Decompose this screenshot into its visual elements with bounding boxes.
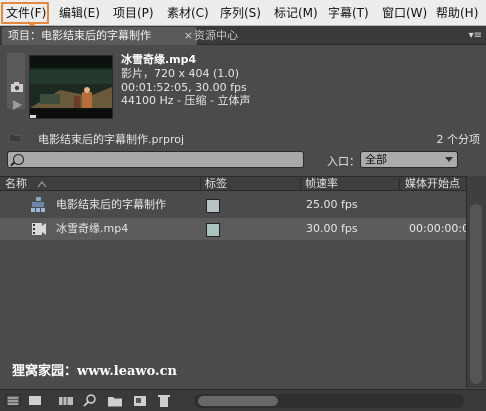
row-name: 冰雪奇缘.mp4 xyxy=(56,222,129,235)
clip-thumbnail xyxy=(29,55,113,119)
row-name: 电影结束后的字幕制作 xyxy=(56,198,166,211)
item-count: 2 个分项 xyxy=(436,133,481,146)
column-header-framerate[interactable]: 帧速率 xyxy=(305,177,338,191)
new-bin-icon[interactable] xyxy=(106,393,124,408)
icon-view-icon[interactable] xyxy=(26,393,44,408)
horizontal-scrollbar-thumb[interactable] xyxy=(198,396,278,406)
menu-clip[interactable]: 素材(C) xyxy=(167,5,209,21)
search-icon xyxy=(13,154,24,165)
preview-controls xyxy=(6,51,26,137)
folder-icon xyxy=(8,133,22,143)
clip-duration: 00:01:52:05, 30.00 fps xyxy=(121,81,247,94)
chevron-down-icon xyxy=(445,157,453,162)
menu-help[interactable]: 帮助(H) xyxy=(436,5,478,21)
play-icon[interactable] xyxy=(11,99,23,111)
row-framerate: 25.00 fps xyxy=(306,198,358,211)
tab-media-browser[interactable]: 资源中心 xyxy=(188,27,270,45)
clip-type: 影片，720 x 404 (1.0) xyxy=(121,67,240,80)
camera-icon[interactable] xyxy=(10,81,24,93)
column-separator[interactable] xyxy=(300,178,301,191)
thumbnail-image xyxy=(30,56,112,118)
clip-name: 冰雪奇缘.mp4 xyxy=(121,53,197,66)
tab-media-browser-label: 资源中心 xyxy=(194,29,238,42)
vertical-scrollbar[interactable] xyxy=(466,176,486,388)
row-framerate: 30.00 fps xyxy=(306,222,358,235)
menu-project[interactable]: 项目(P) xyxy=(113,5,154,21)
project-info-row: 电影结束后的字幕制作.prproj 2 个分项 xyxy=(0,128,486,148)
entry-label: 入口： xyxy=(327,155,360,168)
watermark-text: 狸窝家园：www.leawo.cn xyxy=(12,364,177,379)
menu-window[interactable]: 窗口(W) xyxy=(382,5,427,21)
menu-title[interactable]: 字幕(T) xyxy=(328,5,369,21)
panel-menu-icon[interactable]: ▾≡ xyxy=(450,29,482,42)
sort-ascending-icon[interactable] xyxy=(37,181,47,188)
list-view-icon[interactable] xyxy=(4,393,22,408)
table-row[interactable]: 冰雪奇缘.mp4 30.00 fps 00:00:00:00 xyxy=(0,218,476,240)
menu-sequence[interactable]: 序列(S) xyxy=(220,5,261,21)
column-header-name[interactable]: 名称 xyxy=(5,177,27,191)
table-header: 名称 标签 帧速率 媒体开始点 xyxy=(0,176,466,191)
vertical-scrollbar-thumb[interactable] xyxy=(470,204,482,384)
panel-tab-bar: 项目：电影结束后的字幕制作 × 资源中心 ▾≡ xyxy=(0,26,486,45)
column-separator[interactable] xyxy=(399,178,400,191)
table-row[interactable]: 电影结束后的字幕制作 25.00 fps xyxy=(0,194,466,216)
project-panel: 项目：电影结束后的字幕制作 × 资源中心 ▾≡ 冰雪奇缘.mp4 影片，720 … xyxy=(0,26,486,411)
entry-dropdown-value: 全部 xyxy=(365,153,387,166)
entry-dropdown[interactable]: 全部 xyxy=(360,151,458,168)
sequence-icon xyxy=(31,197,45,212)
project-file-name: 电影结束后的字幕制作.prproj xyxy=(38,133,185,146)
column-header-media-start[interactable]: 媒体开始点 xyxy=(405,177,460,191)
new-item-icon[interactable] xyxy=(131,393,149,408)
search-input[interactable] xyxy=(7,151,304,168)
tab-project-label: 项目：电影结束后的字幕制作 xyxy=(8,29,151,42)
automate-to-sequence-icon[interactable] xyxy=(57,393,75,408)
column-header-label[interactable]: 标签 xyxy=(205,177,227,191)
column-separator[interactable] xyxy=(200,178,201,191)
label-color-swatch[interactable] xyxy=(206,223,220,237)
label-color-swatch[interactable] xyxy=(206,199,220,213)
menu-marker[interactable]: 标记(M) xyxy=(274,5,318,21)
trash-icon[interactable] xyxy=(155,393,173,408)
horizontal-scrollbar[interactable] xyxy=(194,394,464,408)
bottom-toolbar xyxy=(0,389,486,411)
search-icon[interactable] xyxy=(81,393,99,408)
tab-project[interactable]: 项目：电影结束后的字幕制作 × xyxy=(2,27,197,45)
film-clip-icon xyxy=(32,223,46,235)
clip-audio: 44100 Hz - 压缩 - 立体声 xyxy=(121,94,251,107)
